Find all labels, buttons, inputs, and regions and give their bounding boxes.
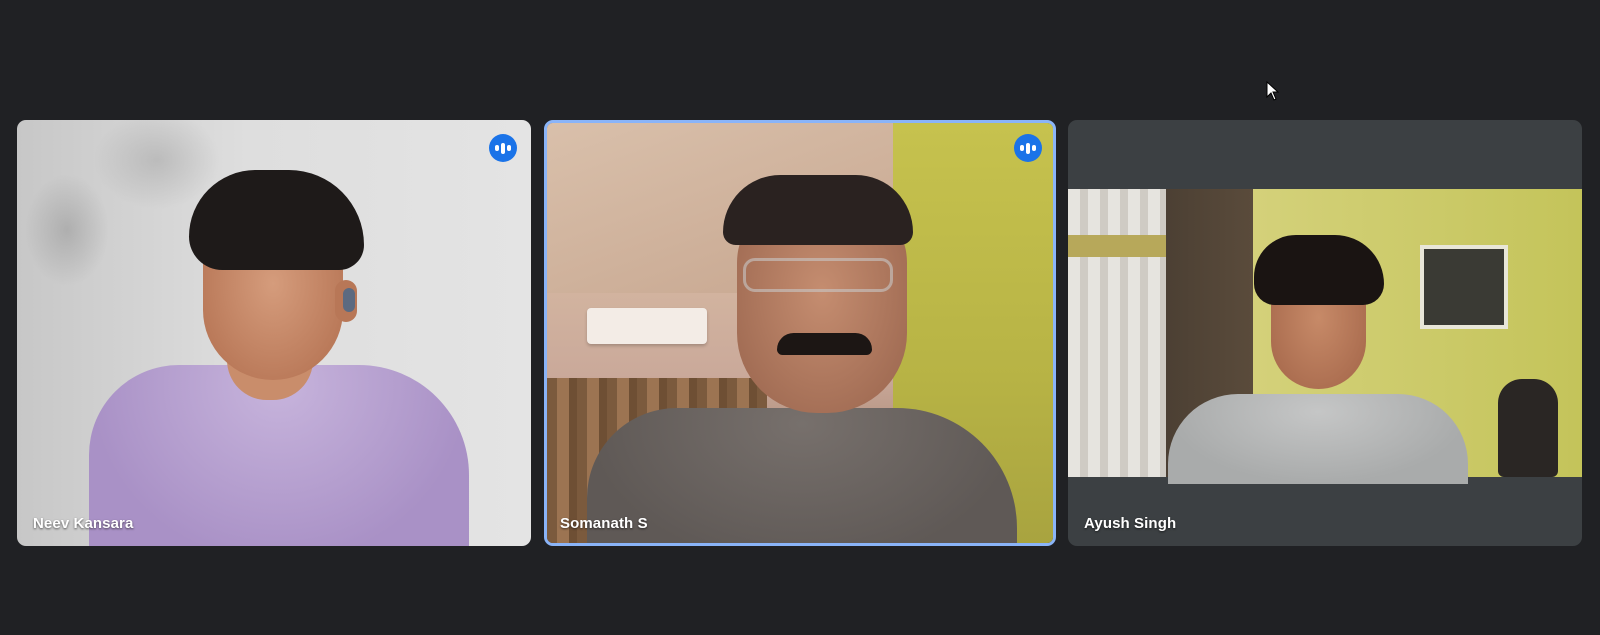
participant-name: Ayush Singh (1084, 515, 1177, 532)
participant-name: Neev Kansara (33, 515, 134, 532)
audio-level-icon (489, 134, 517, 162)
participant-tile-somanath-s[interactable]: Somanath S (544, 120, 1056, 546)
participant-tile-ayush-singh[interactable]: Ayush Singh (1068, 120, 1582, 546)
meeting-grid: Neev Kansara Somanath S Ayush Singh (0, 0, 1600, 635)
video-feed (1068, 189, 1582, 484)
mouse-pointer-icon (1266, 81, 1280, 101)
video-feed (17, 120, 531, 546)
audio-level-icon (1014, 134, 1042, 162)
participant-name: Somanath S (560, 515, 648, 532)
participant-tile-neev-kansara[interactable]: Neev Kansara (17, 120, 531, 546)
video-feed (547, 123, 1053, 543)
